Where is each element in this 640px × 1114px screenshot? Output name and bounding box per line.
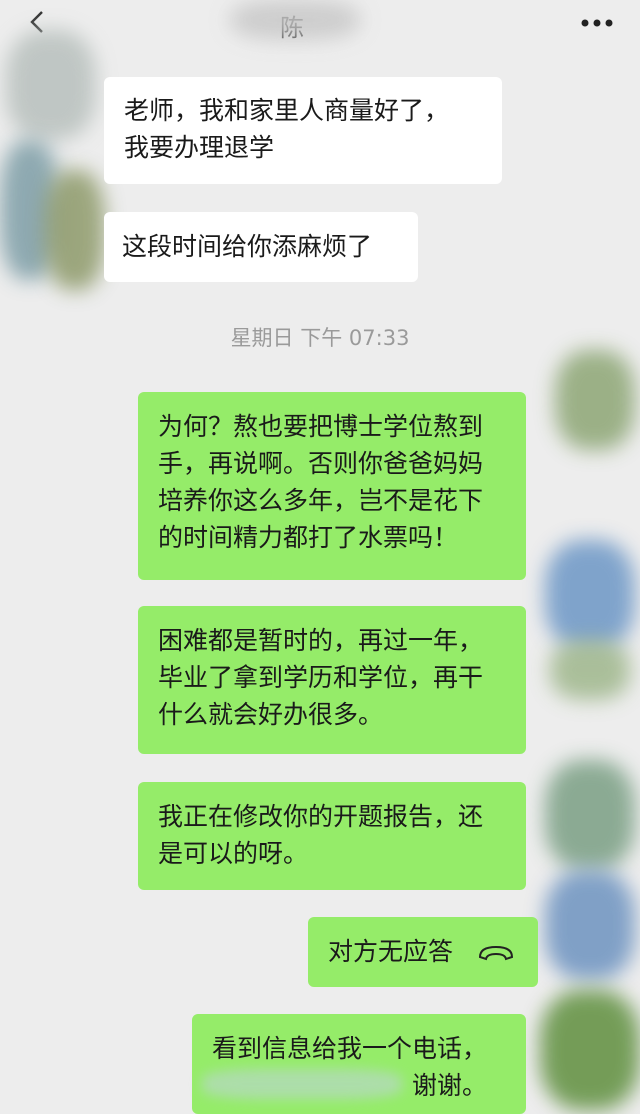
message-text: 是可以的呀。	[158, 839, 309, 868]
message-bubble-outgoing[interactable]: 为何？熬也要把博士学位熬到 手，再说啊。否则你爸爸妈妈 培养你这么多年，岂不是花…	[138, 392, 526, 580]
message-bubble-outgoing[interactable]: 我正在修改你的开题报告，还 是可以的呀。	[138, 782, 526, 890]
message-text: 老师，我和家里人商量好了，	[124, 96, 450, 125]
message-text: 困难都是暂时的，再过一年，	[158, 626, 484, 655]
message-text: 什么就会好办很多。	[158, 700, 384, 729]
message-bubble-incoming[interactable]: 这段时间给你添麻烦了	[104, 212, 418, 282]
message-text: 我正在修改你的开题报告，还	[158, 802, 484, 831]
message-bubble-outgoing[interactable]: 看到信息给我一个电话， 谢谢。	[192, 1014, 526, 1114]
message-text: 这段时间给你添麻烦了	[122, 232, 373, 261]
more-dots-icon[interactable]	[580, 18, 614, 28]
message-bubble-outgoing[interactable]: 困难都是暂时的，再过一年， 毕业了拿到学历和学位，再干 什么就会好办很多。	[138, 606, 526, 754]
message-text: 毕业了拿到学历和学位，再干	[158, 663, 484, 692]
call-end-icon	[478, 945, 513, 961]
message-text: 培养你这么多年，岂不是花下	[158, 486, 484, 515]
call-status-bubble[interactable]: 对方无应答	[308, 917, 538, 987]
message-text: 为何？熬也要把博士学位熬到	[158, 412, 484, 441]
message-text: 我要办理退学	[124, 133, 275, 162]
message-timestamp: 星期日 下午 07:33	[230, 326, 410, 350]
message-text: 的时间精力都打了水票吗！	[158, 523, 459, 552]
message-text: 手，再说啊。否则你爸爸妈妈	[158, 449, 484, 478]
call-status-text: 对方无应答	[328, 937, 454, 966]
message-bubble-incoming[interactable]: 老师，我和家里人商量好了， 我要办理退学	[104, 77, 502, 184]
message-text: 看到信息给我一个电话，	[212, 1034, 488, 1063]
